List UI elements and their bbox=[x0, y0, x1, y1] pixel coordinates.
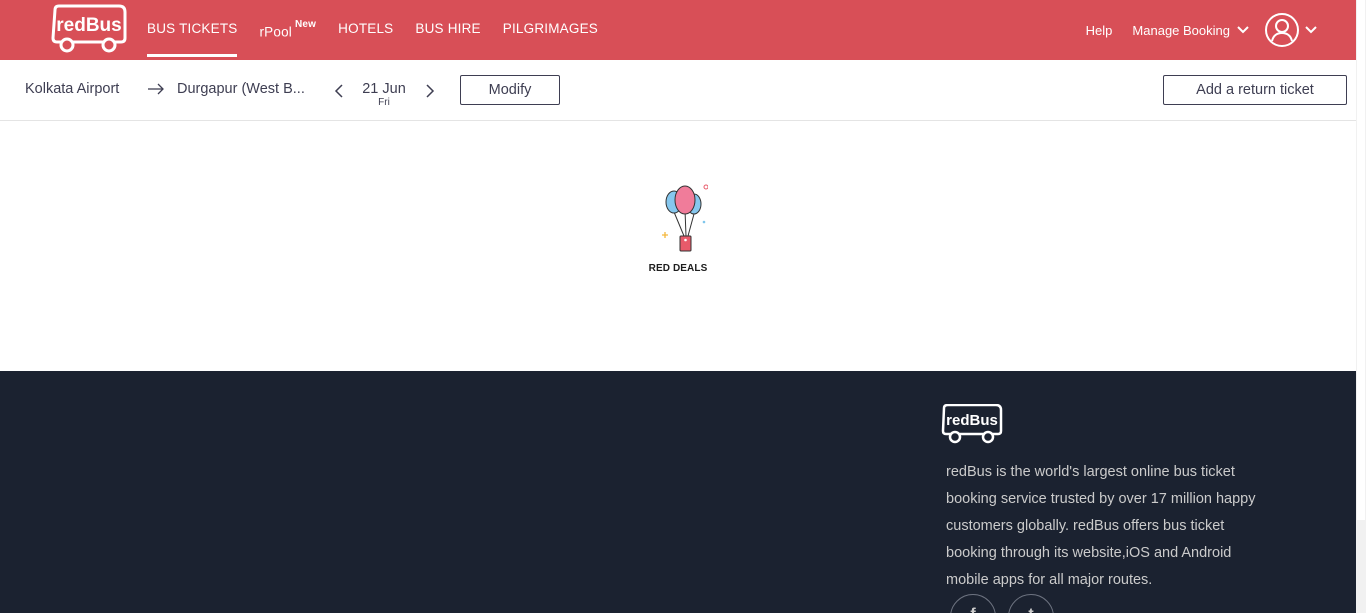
journey-date[interactable]: 21 Jun Fri bbox=[354, 81, 414, 109]
main-nav: BUS TICKETS rPool New HOTELS BUS HIRE PIL… bbox=[147, 0, 620, 60]
nav-bus-tickets[interactable]: BUS TICKETS bbox=[147, 0, 238, 60]
balloons-icon bbox=[662, 184, 709, 252]
nav-hotels[interactable]: HOTELS bbox=[338, 0, 393, 60]
nav-label: HOTELS bbox=[338, 21, 394, 36]
header-right: Help Manage Booking bbox=[1086, 0, 1318, 60]
logo-text: redBus bbox=[56, 15, 121, 36]
user-icon bbox=[1265, 13, 1299, 47]
redbus-footer-logo: redBus bbox=[941, 404, 1003, 444]
red-deals[interactable]: RED DEALS bbox=[640, 180, 716, 274]
weekday-value: Fri bbox=[378, 97, 390, 108]
red-deals-label: RED DEALS bbox=[648, 263, 708, 274]
scrollbar-thumb[interactable] bbox=[1357, 0, 1365, 520]
nav-pilgrimages[interactable]: PILGRIMAGES bbox=[503, 0, 598, 60]
footer-logo-text: redBus bbox=[946, 412, 998, 429]
manage-booking-menu[interactable]: Manage Booking bbox=[1132, 23, 1250, 38]
twitter-icon[interactable]: t bbox=[1008, 594, 1054, 613]
modify-button[interactable]: Modify bbox=[460, 75, 560, 105]
footer: redBus redBus is the world's largest onl… bbox=[0, 371, 1356, 613]
nav-label: BUS TICKETS bbox=[147, 21, 238, 36]
nav-label: BUS HIRE bbox=[415, 21, 481, 36]
top-header: redBus BUS TICKETS rPool New HOTELS BUS H… bbox=[0, 0, 1356, 60]
date-value: 21 Jun bbox=[362, 81, 406, 97]
manage-booking-label: Manage Booking bbox=[1132, 22, 1230, 38]
facebook-icon[interactable]: f bbox=[950, 594, 996, 613]
destination-city[interactable]: Durgapur (West B... bbox=[177, 81, 305, 97]
page-scrollbar[interactable] bbox=[1356, 0, 1366, 613]
source-city[interactable]: Kolkata Airport bbox=[25, 81, 119, 97]
new-badge: New bbox=[295, 19, 317, 30]
page: redBus BUS TICKETS rPool New HOTELS BUS H… bbox=[0, 0, 1366, 613]
profile-menu[interactable] bbox=[1264, 12, 1318, 48]
nav-label: rPool bbox=[259, 24, 292, 40]
nav-rpool[interactable]: rPool New bbox=[259, 0, 316, 60]
chevron-down-icon bbox=[1237, 26, 1249, 34]
chevron-right-icon[interactable] bbox=[424, 83, 436, 99]
search-summary-bar: Kolkata Airport Durgapur (West B... 21 J… bbox=[0, 60, 1356, 121]
footer-description: redBus is the world's largest online bus… bbox=[946, 464, 1256, 588]
nav-bus-hire[interactable]: BUS HIRE bbox=[415, 0, 480, 60]
nav-label: PILGRIMAGES bbox=[502, 21, 598, 36]
chevron-left-icon[interactable] bbox=[333, 83, 345, 99]
redbus-logo[interactable]: redBus bbox=[49, 4, 129, 56]
help-link[interactable]: Help bbox=[1086, 23, 1113, 38]
chevron-down-icon bbox=[1305, 26, 1317, 34]
add-return-ticket-button[interactable]: Add a return ticket bbox=[1163, 75, 1347, 105]
arrow-right-icon bbox=[148, 83, 164, 95]
